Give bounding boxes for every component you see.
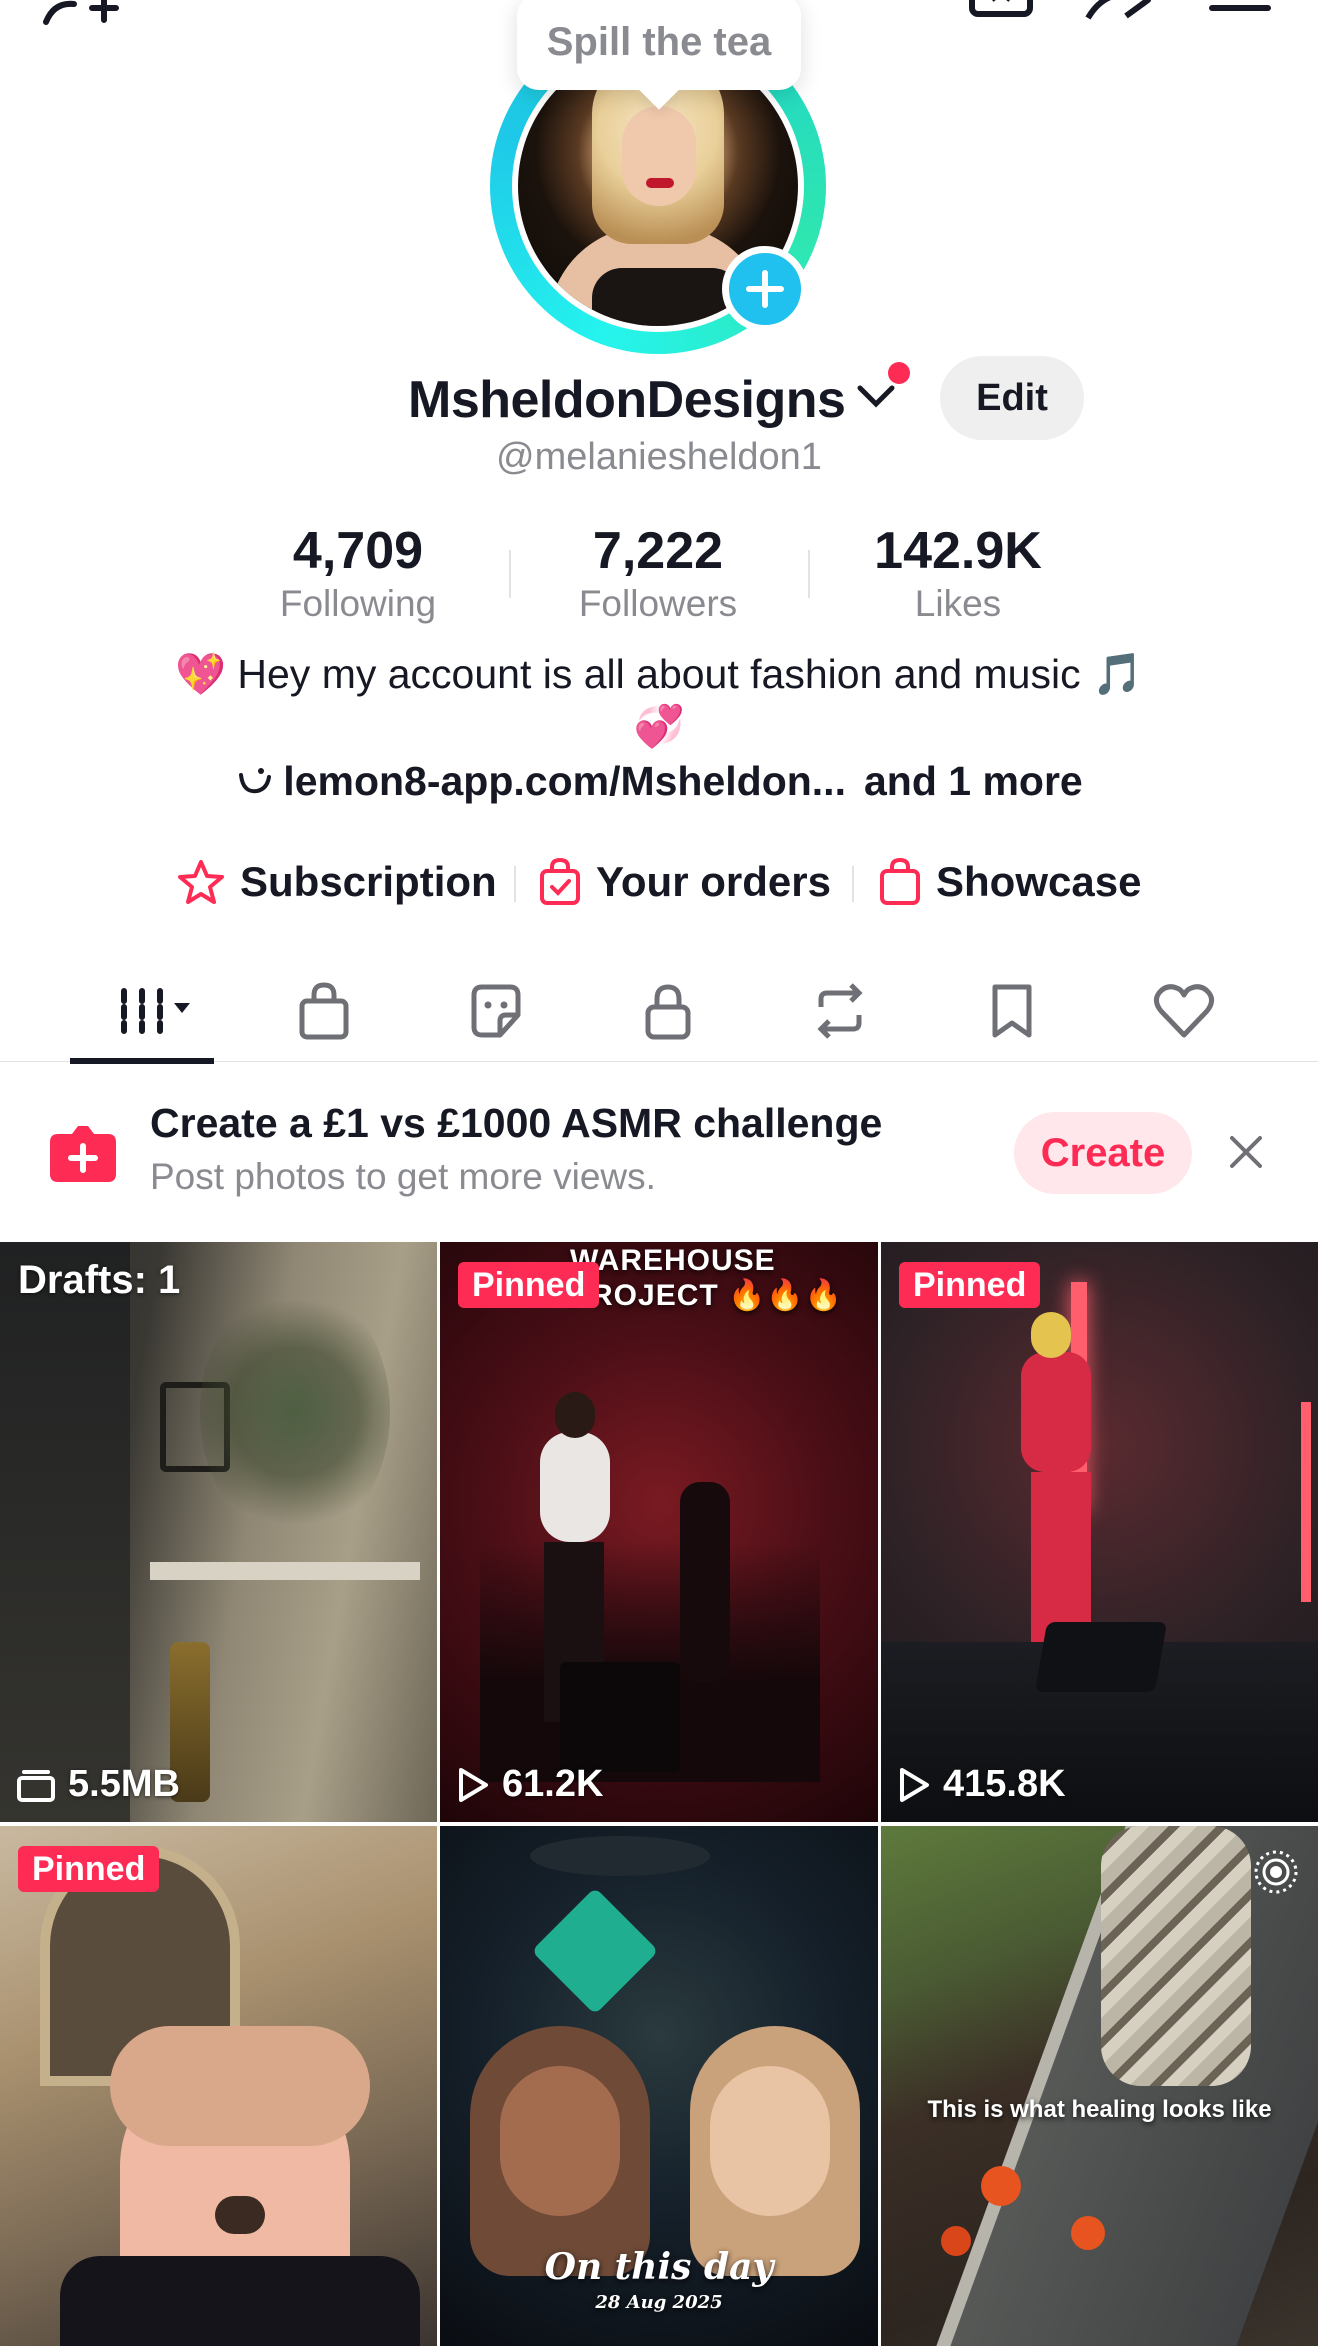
creator-tools-icon[interactable]: [968, 0, 1034, 29]
stats-row: 4,709 Following 7,222 Followers 142.9K L…: [0, 520, 1318, 630]
add-friend-icon[interactable]: [40, 0, 120, 33]
plus-icon: [746, 270, 784, 308]
link-icon: [239, 768, 272, 794]
tooltip-text: Spill the tea: [546, 19, 772, 64]
camera-plus-icon: [48, 1120, 118, 1184]
stat-value: 4,709: [292, 522, 424, 580]
bookmark-icon: [992, 984, 1032, 1038]
tab-videos[interactable]: [74, 960, 214, 1062]
banner-title: Create a £1 vs £1000 ASMR challenge: [150, 1100, 883, 1146]
play-icon: [459, 1767, 488, 1802]
tab-private[interactable]: [598, 960, 738, 1062]
drafts-label: Drafts: 1: [18, 1258, 181, 1302]
video-tile[interactable]: On this day 28 Aug 2025: [440, 1826, 878, 2346]
tab-favorites[interactable]: [942, 960, 1082, 1062]
stat-label: Followers: [578, 583, 738, 624]
tab-reposts[interactable]: [770, 960, 910, 1062]
shop-icon: [299, 982, 349, 1040]
display-name[interactable]: MsheldonDesigns: [408, 370, 846, 430]
pinned-badge: Pinned: [18, 1846, 160, 1892]
stat-label: Following: [279, 583, 437, 624]
view-count-value: 61.2K: [502, 1763, 604, 1805]
tab-liked[interactable]: [1114, 960, 1254, 1062]
divider: [509, 550, 511, 598]
challenge-banner[interactable]: Create a £1 vs £1000 ASMR challenge Post…: [0, 1064, 1318, 1240]
drafts-size: 5.5MB: [16, 1763, 180, 1806]
stat-label: Likes: [914, 583, 1002, 624]
stat-following[interactable]: 4,709 Following: [248, 520, 468, 626]
video-tile[interactable]: WAREHOUSE PROJECT 🔥🔥🔥 Pinned 61.2K: [440, 1242, 878, 1822]
memory-date: 28 Aug 2025: [595, 2292, 723, 2313]
shopping-bag-icon: [880, 857, 920, 905]
star-icon: [178, 860, 224, 904]
drafts-size-value: 5.5MB: [68, 1763, 180, 1805]
username-handle: @melaniesheldon1: [496, 436, 822, 478]
video-overlay-text: WAREHOUSE PROJECT 🔥🔥🔥: [570, 1244, 844, 1312]
bio-link-row[interactable]: lemon8-app.com/Msheldon... and 1 more: [0, 758, 1318, 805]
pinned-badge: Pinned: [458, 1262, 600, 1308]
tab-bar: [0, 960, 1318, 1064]
videos-grid-icon: [121, 988, 190, 1034]
view-count: 415.8K: [897, 1763, 1066, 1806]
bio: 💖 Hey my account is all about fashion an…: [100, 648, 1218, 752]
heart-icon: [1153, 984, 1215, 1038]
divider: [514, 866, 516, 902]
video-tile[interactable]: Pinned 415.8K: [881, 1242, 1318, 1822]
more-links[interactable]: and 1 more: [864, 758, 1083, 804]
video-grid: Drafts: 1 5.5MB WAREHOUSE PROJECT 🔥🔥🔥 Pi…: [0, 1242, 1318, 2346]
view-count-value: 415.8K: [943, 1763, 1066, 1805]
showcase-button[interactable]: Showcase: [878, 854, 1141, 910]
notification-dot: [888, 362, 910, 384]
bio-link[interactable]: lemon8-app.com/Msheldon...: [283, 758, 846, 804]
add-story-button[interactable]: [722, 246, 808, 332]
stat-value: 7,222: [592, 522, 724, 580]
divider: [852, 866, 854, 902]
bio-line: 💖 Hey my account is all about fashion an…: [174, 651, 1144, 697]
sticker-icon: [471, 984, 521, 1038]
action-label: Showcase: [936, 858, 1142, 905]
video-tile[interactable]: This is what healing looks like: [881, 1826, 1318, 2346]
video-tile[interactable]: Pinned: [0, 1826, 437, 2346]
chevron-down-icon[interactable]: [856, 384, 896, 415]
repost-icon: [817, 983, 863, 1039]
live-photo-icon: [1252, 1848, 1300, 1901]
name-row: MsheldonDesigns Edit: [0, 354, 1318, 442]
banner-subtitle: Post photos to get more views.: [150, 1156, 656, 1197]
pinned-badge: Pinned: [899, 1262, 1041, 1308]
stat-value: 142.9K: [874, 522, 1042, 580]
play-icon: [900, 1767, 929, 1802]
stat-followers[interactable]: 7,222 Followers: [548, 520, 768, 626]
memory-caption: On this day: [544, 2246, 774, 2288]
divider: [808, 550, 810, 598]
subscription-button[interactable]: Subscription: [176, 854, 497, 910]
share-profile-icon[interactable]: [1082, 0, 1152, 29]
your-orders-button[interactable]: Your orders: [538, 854, 831, 910]
bio-line: 💞: [633, 703, 685, 749]
action-label: Subscription: [240, 858, 497, 905]
drafts-stack-icon: [17, 1769, 55, 1802]
view-count: 61.2K: [456, 1763, 603, 1806]
video-overlay-text: This is what healing looks like: [927, 2096, 1272, 2123]
tab-stickers[interactable]: [426, 960, 566, 1062]
menu-icon[interactable]: [1208, 0, 1272, 23]
stat-likes[interactable]: 142.9K Likes: [848, 520, 1068, 626]
action-label: Your orders: [596, 858, 831, 905]
tab-shop[interactable]: [254, 960, 394, 1062]
create-button[interactable]: Create: [1014, 1112, 1192, 1194]
action-row: Subscription Your orders Showcase: [0, 854, 1318, 910]
lock-icon: [645, 984, 691, 1040]
drafts-tile[interactable]: Drafts: 1 5.5MB: [0, 1242, 437, 1822]
bag-check-icon: [540, 857, 580, 905]
tooltip-bubble[interactable]: Spill the tea: [517, 0, 801, 90]
close-icon[interactable]: [1226, 1132, 1266, 1177]
edit-profile-button[interactable]: Edit: [940, 356, 1084, 440]
